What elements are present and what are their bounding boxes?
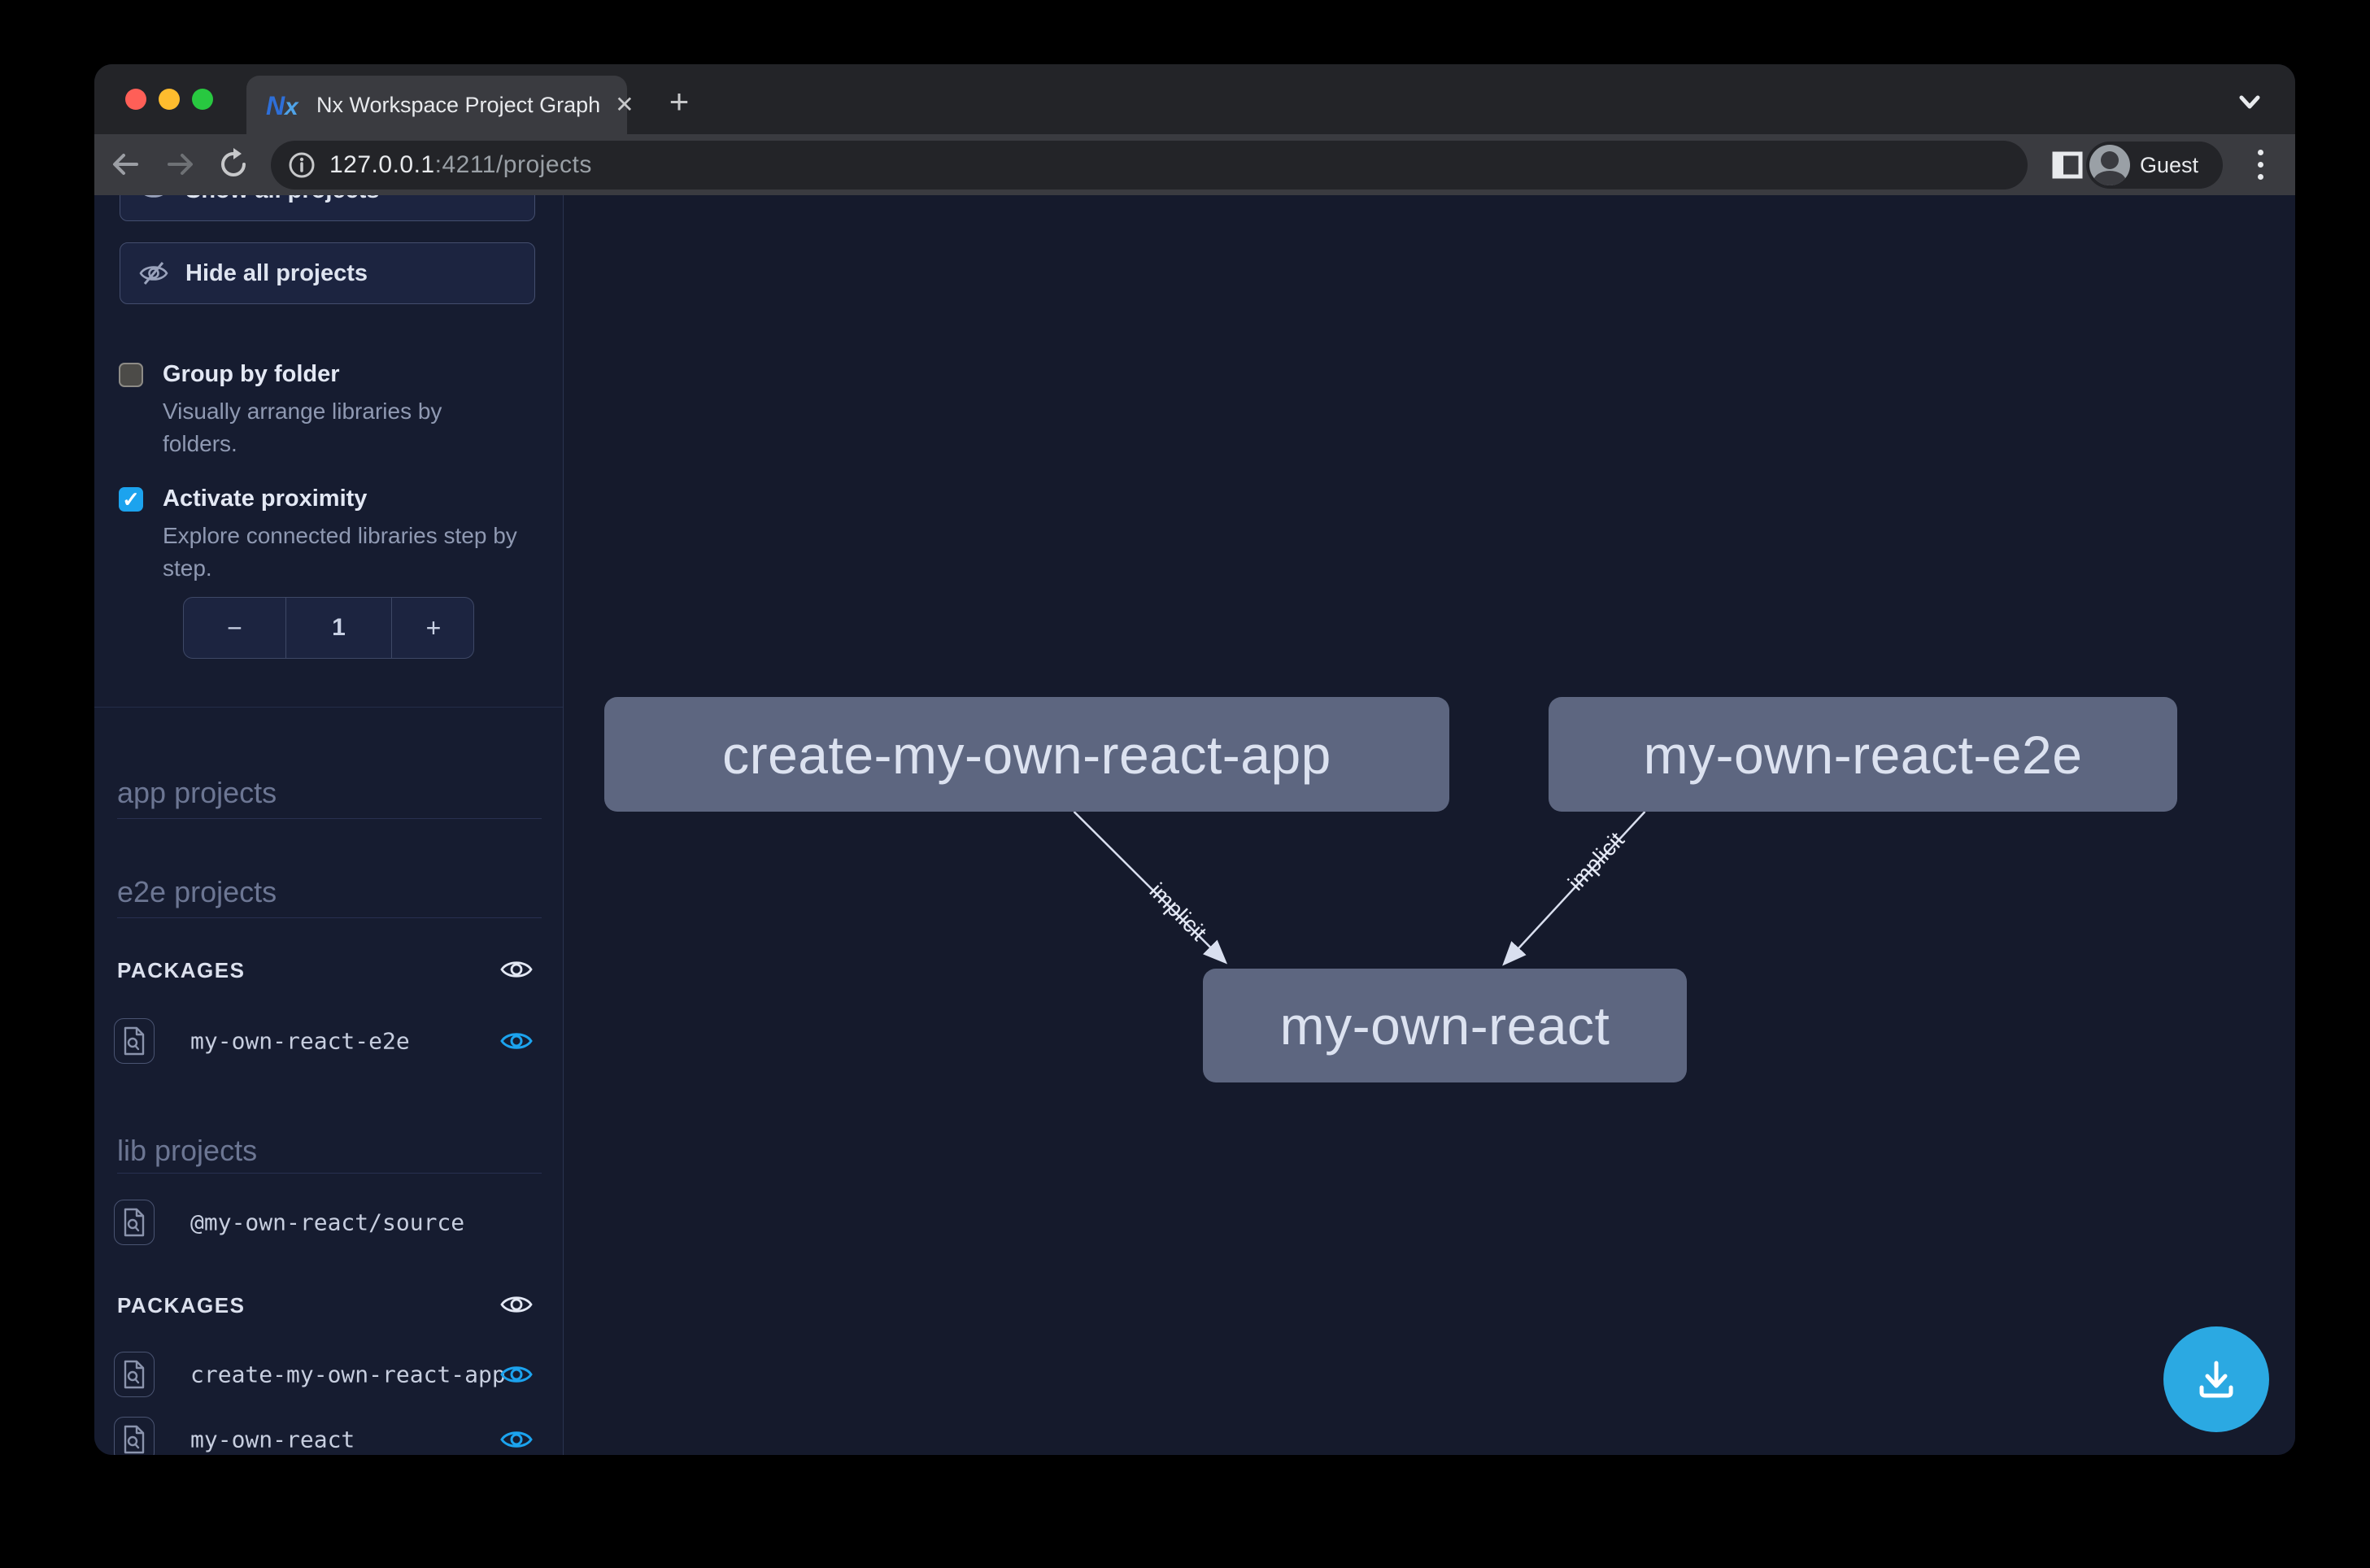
show-all-projects-button[interactable]: Show all projects xyxy=(120,195,535,221)
profile-label: Guest xyxy=(2140,153,2198,178)
url-host: 127.0.0.1 xyxy=(329,151,435,178)
project-item-my-own-react[interactable]: my-own-react xyxy=(94,1417,564,1455)
show-all-projects-label: Show all projects xyxy=(185,195,380,204)
packages-heading: PACKAGES xyxy=(117,1293,245,1318)
file-search-icon xyxy=(122,1208,146,1237)
node-label: create-my-own-react-app xyxy=(722,724,1331,786)
graph-edges: implicit implicit xyxy=(564,195,2295,1455)
svg-text:x: x xyxy=(283,94,299,120)
chevron-down-icon[interactable] xyxy=(2233,85,2266,118)
site-info-icon[interactable] xyxy=(287,150,316,180)
url-text: 127.0.0.1:4211/projects xyxy=(329,151,592,179)
desktop-background: N x Nx Workspace Project Graph ✕ + xyxy=(0,0,2370,1568)
edge-label: implicit xyxy=(1563,827,1629,895)
focus-project-button[interactable] xyxy=(114,1417,155,1455)
close-window-button[interactable] xyxy=(125,89,146,110)
browser-toolbar: 127.0.0.1:4211/projects Guest xyxy=(94,134,2295,195)
project-name: my-own-react-e2e xyxy=(190,1028,410,1055)
project-visibility-eye-icon[interactable] xyxy=(499,1357,534,1392)
project-item-create-my-own-react-app[interactable]: create-my-own-react-app xyxy=(94,1352,564,1397)
decrement-button[interactable]: − xyxy=(184,598,285,658)
page-content: Show all projects Hide all projects Grou… xyxy=(94,195,2295,1455)
project-item-my-own-react-source[interactable]: @my-own-react/source xyxy=(94,1200,564,1245)
reload-button[interactable] xyxy=(215,146,252,183)
edge-create-my-own-react-app-to-my-own-react xyxy=(1074,812,1225,961)
depth-value: 1 xyxy=(285,598,392,658)
forward-button[interactable] xyxy=(161,146,198,183)
browser-menu-icon[interactable] xyxy=(2248,146,2272,183)
packages-heading: PACKAGES xyxy=(117,958,245,983)
proximity-depth-stepper: − 1 + xyxy=(183,597,474,659)
toggle-packages-visibility-icon[interactable] xyxy=(499,1287,534,1322)
increment-button[interactable]: + xyxy=(392,598,475,658)
browser-tab[interactable]: N x Nx Workspace Project Graph ✕ xyxy=(246,76,627,134)
focus-project-button[interactable] xyxy=(114,1352,155,1397)
e2e-projects-heading: e2e projects xyxy=(117,875,277,909)
side-panel-icon[interactable] xyxy=(2050,147,2085,183)
node-label: my-own-react xyxy=(1280,995,1610,1056)
tab-title: Nx Workspace Project Graph xyxy=(316,93,600,118)
minimize-window-button[interactable] xyxy=(159,89,180,110)
file-search-icon xyxy=(122,1425,146,1454)
project-item-my-own-react-e2e[interactable]: my-own-react-e2e xyxy=(94,1018,564,1064)
group-by-folder-label: Group by folder xyxy=(163,361,340,388)
hide-all-projects-label: Hide all projects xyxy=(185,260,368,287)
project-visibility-eye-icon[interactable] xyxy=(499,1023,534,1059)
divider xyxy=(94,707,564,708)
activate-proximity-label: Activate proximity xyxy=(163,486,367,512)
group-by-folder-checkbox[interactable] xyxy=(119,363,143,387)
checkmark-icon: ✓ xyxy=(122,487,140,512)
focus-project-button[interactable] xyxy=(114,1200,155,1245)
divider xyxy=(117,818,542,819)
focus-project-button[interactable] xyxy=(114,1018,155,1064)
lib-projects-heading: lib projects xyxy=(117,1134,257,1168)
download-icon xyxy=(2192,1355,2241,1404)
activate-proximity-checkbox[interactable]: ✓ xyxy=(119,487,143,512)
window-controls xyxy=(125,89,213,110)
project-name: create-my-own-react-app xyxy=(190,1361,506,1388)
project-name: @my-own-react/source xyxy=(190,1209,464,1236)
profile-button[interactable]: Guest xyxy=(2086,142,2223,189)
maximize-window-button[interactable] xyxy=(192,89,213,110)
url-bar[interactable]: 127.0.0.1:4211/projects xyxy=(271,141,2028,189)
graph-node-my-own-react[interactable]: my-own-react xyxy=(1203,969,1687,1082)
avatar-icon xyxy=(2089,145,2130,185)
file-search-icon xyxy=(122,1360,146,1389)
tab-close-icon[interactable]: ✕ xyxy=(615,94,634,116)
file-search-icon xyxy=(122,1026,146,1056)
group-by-folder-description: Visually arrange libraries by folders. xyxy=(163,395,504,460)
browser-window: N x Nx Workspace Project Graph ✕ + xyxy=(94,64,2295,1455)
graph-node-my-own-react-e2e[interactable]: my-own-react-e2e xyxy=(1549,697,2177,812)
app-projects-heading: app projects xyxy=(117,776,277,810)
graph-node-create-my-own-react-app[interactable]: create-my-own-react-app xyxy=(604,697,1449,812)
divider xyxy=(117,917,542,918)
node-label: my-own-react-e2e xyxy=(1644,724,2083,786)
hide-all-projects-button[interactable]: Hide all projects xyxy=(120,242,535,304)
nx-logo-icon: N x xyxy=(266,90,302,120)
svg-text:N: N xyxy=(266,91,285,120)
download-graph-button[interactable] xyxy=(2163,1326,2269,1432)
project-name: my-own-react xyxy=(190,1426,355,1453)
sidebar: Show all projects Hide all projects Grou… xyxy=(94,195,564,1455)
eye-off-icon xyxy=(138,258,169,289)
edge-my-own-react-e2e-to-my-own-react xyxy=(1505,812,1645,963)
activate-proximity-description: Explore connected libraries step by step… xyxy=(163,520,553,585)
edge-label: implicit xyxy=(1145,878,1212,946)
url-path: :4211/projects xyxy=(435,151,592,178)
browser-titlebar: N x Nx Workspace Project Graph ✕ + xyxy=(94,64,2295,134)
divider xyxy=(117,1173,542,1174)
back-button[interactable] xyxy=(107,146,145,183)
eye-icon xyxy=(138,195,169,206)
project-graph-canvas[interactable]: implicit implicit create-my-own-react-ap… xyxy=(564,195,2295,1455)
new-tab-button[interactable]: + xyxy=(660,82,699,121)
project-visibility-eye-icon[interactable] xyxy=(499,1422,534,1455)
toggle-packages-visibility-icon[interactable] xyxy=(499,952,534,987)
